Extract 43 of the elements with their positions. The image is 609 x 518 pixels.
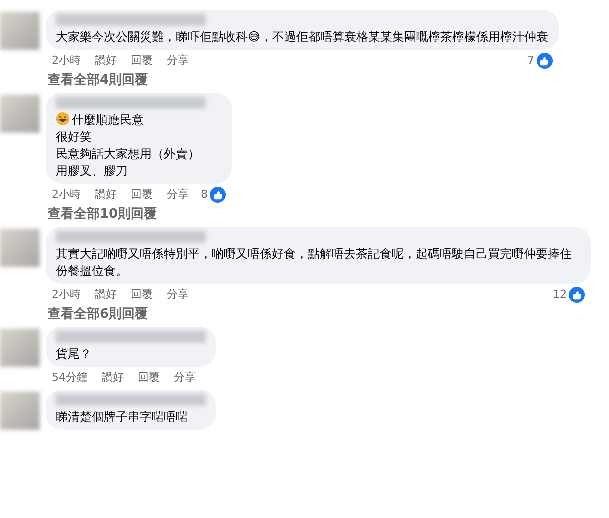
view-replies-link[interactable]: 查看全部10則回覆	[46, 206, 232, 223]
blurred-author-name[interactable]	[56, 331, 206, 343]
comment-text: 貨尾？	[56, 346, 93, 363]
comment-action-link[interactable]: 回覆	[138, 370, 160, 386]
comment-text: 睇清楚個牌子串字啱唔啱	[56, 409, 189, 426]
comment-text: 其實大記啲嘢又唔係特別平，啲嘢又唔係好食，點解唔去茶記食呢，起碼唔駛自己買完嘢仲要捧住份餐搵位食。	[56, 246, 573, 280]
timestamp[interactable]: 2小時	[52, 287, 81, 303]
comment-text: 什麼順應民意	[56, 112, 222, 129]
blurred-author-name[interactable]	[56, 14, 206, 26]
blurred-author-name[interactable]	[56, 97, 206, 109]
comment-action-link[interactable]: 回覆	[131, 287, 153, 303]
timestamp[interactable]: 2小時	[52, 53, 81, 69]
like-icon	[569, 287, 585, 303]
avatar[interactable]	[0, 12, 40, 50]
comment-action-link[interactable]: 讚好	[95, 53, 117, 69]
comment-action-link[interactable]: 分享	[167, 287, 189, 303]
comment-action-link[interactable]: 讚好	[102, 370, 124, 386]
comment-action-link[interactable]: 讚好	[95, 287, 117, 303]
comment-text: 大家樂今次公關災難，睇吓佢點收科😅，不過佢都唔算衰格某某集團嘅檸茶檸檬係用檸汁仲衰	[56, 29, 549, 46]
view-replies-link[interactable]: 查看全部6則回覆	[46, 306, 591, 323]
view-replies-link[interactable]: 查看全部4則回覆	[46, 72, 559, 89]
timestamp[interactable]: 54分鐘	[52, 370, 88, 386]
comment-action-link[interactable]: 分享	[167, 187, 189, 203]
like-count: 8	[201, 187, 208, 203]
avatar[interactable]	[0, 95, 40, 133]
comment-action-link[interactable]: 讚好	[95, 187, 117, 203]
like-icon	[210, 187, 226, 203]
blurred-author-name[interactable]	[56, 231, 206, 243]
comment-text: 很好笑	[56, 129, 93, 146]
comment-text: 用膠叉、膠刀	[56, 163, 129, 180]
comment-action-link[interactable]: 回覆	[131, 187, 153, 203]
like-count: 7	[528, 53, 535, 69]
avatar[interactable]	[0, 229, 40, 267]
blurred-author-name[interactable]	[56, 394, 206, 406]
comment-action-link[interactable]: 回覆	[131, 53, 153, 69]
like-count: 12	[553, 287, 567, 303]
comment-action-link[interactable]: 分享	[167, 53, 189, 69]
avatar[interactable]	[0, 329, 40, 367]
timestamp[interactable]: 2小時	[52, 187, 81, 203]
like-icon	[536, 53, 553, 69]
comment-action-link[interactable]: 分享	[174, 370, 196, 386]
comment-text: 民意夠話大家想用（外賣）	[56, 146, 201, 163]
avatar[interactable]	[0, 392, 40, 430]
